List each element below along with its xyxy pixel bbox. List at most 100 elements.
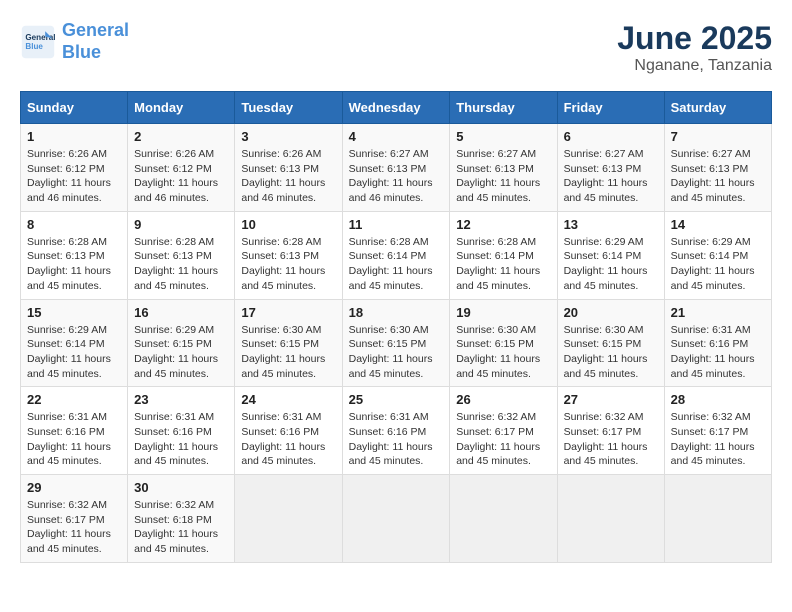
day-number: 8 xyxy=(27,217,121,232)
calendar-week-3: 15 Sunrise: 6:29 AMSunset: 6:14 PMDayligh… xyxy=(21,299,772,387)
title-area: June 2025 Nganane, Tanzania xyxy=(617,20,772,75)
logo-icon: General Blue xyxy=(20,24,56,60)
calendar-day-15: 15 Sunrise: 6:29 AMSunset: 6:14 PMDayligh… xyxy=(21,299,128,387)
day-number: 5 xyxy=(456,129,550,144)
calendar-day-3: 3 Sunrise: 6:26 AMSunset: 6:13 PMDaylight… xyxy=(235,124,342,212)
day-detail: Sunrise: 6:30 AMSunset: 6:15 PMDaylight:… xyxy=(564,324,648,380)
day-detail: Sunrise: 6:29 AMSunset: 6:14 PMDaylight:… xyxy=(564,236,648,292)
day-detail: Sunrise: 6:32 AMSunset: 6:17 PMDaylight:… xyxy=(564,411,648,467)
day-detail: Sunrise: 6:30 AMSunset: 6:15 PMDaylight:… xyxy=(241,324,325,380)
calendar-day-29: 29 Sunrise: 6:32 AMSunset: 6:17 PMDayligh… xyxy=(21,475,128,563)
calendar-day-11: 11Sunrise: 6:28 AMSunset: 6:14 PMDayligh… xyxy=(342,211,450,299)
day-detail: Sunrise: 6:32 AMSunset: 6:17 PMDaylight:… xyxy=(671,411,755,467)
day-detail: Sunrise: 6:31 AMSunset: 6:16 PMDaylight:… xyxy=(671,324,755,380)
header-sunday: Sunday xyxy=(21,92,128,124)
location-title: Nganane, Tanzania xyxy=(617,57,772,75)
calendar-week-5: 29 Sunrise: 6:32 AMSunset: 6:17 PMDayligh… xyxy=(21,475,772,563)
day-detail: Sunrise: 6:30 AMSunset: 6:15 PMDaylight:… xyxy=(456,324,540,380)
calendar-day-14: 14 Sunrise: 6:29 AMSunset: 6:14 PMDayligh… xyxy=(664,211,771,299)
empty-cell xyxy=(450,475,557,563)
svg-text:Blue: Blue xyxy=(25,42,43,51)
logo-line2: Blue xyxy=(62,42,101,62)
calendar-day-30: 30 Sunrise: 6:32 AMSunset: 6:18 PMDayligh… xyxy=(128,475,235,563)
day-detail: Sunrise: 6:32 AMSunset: 6:18 PMDaylight:… xyxy=(134,499,218,555)
calendar-day-25: 25 Sunrise: 6:31 AMSunset: 6:16 PMDayligh… xyxy=(342,387,450,475)
header-monday: Monday xyxy=(128,92,235,124)
day-number: 16 xyxy=(134,305,228,320)
empty-cell xyxy=(557,475,664,563)
day-number: 4 xyxy=(349,129,444,144)
day-number: 30 xyxy=(134,480,228,495)
day-number: 19 xyxy=(456,305,550,320)
calendar-day-13: 13Sunrise: 6:29 AMSunset: 6:14 PMDayligh… xyxy=(557,211,664,299)
calendar-day-5: 5 Sunrise: 6:27 AMSunset: 6:13 PMDaylight… xyxy=(450,124,557,212)
day-detail: Sunrise: 6:28 AMSunset: 6:13 PMDaylight:… xyxy=(134,236,218,292)
calendar-day-24: 24Sunrise: 6:31 AMSunset: 6:16 PMDayligh… xyxy=(235,387,342,475)
page-header: General Blue General Blue June 2025 Ngan… xyxy=(20,20,772,75)
day-number: 22 xyxy=(27,392,121,407)
day-detail: Sunrise: 6:27 AMSunset: 6:13 PMDaylight:… xyxy=(671,148,755,204)
day-number: 7 xyxy=(671,129,765,144)
day-number: 10 xyxy=(241,217,335,232)
header-thursday: Thursday xyxy=(450,92,557,124)
empty-cell xyxy=(342,475,450,563)
day-number: 23 xyxy=(134,392,228,407)
day-detail: Sunrise: 6:28 AMSunset: 6:13 PMDaylight:… xyxy=(241,236,325,292)
day-detail: Sunrise: 6:29 AMSunset: 6:14 PMDaylight:… xyxy=(27,324,111,380)
day-detail: Sunrise: 6:26 AMSunset: 6:13 PMDaylight:… xyxy=(241,148,325,204)
calendar-day-21: 21 Sunrise: 6:31 AMSunset: 6:16 PMDayligh… xyxy=(664,299,771,387)
day-number: 14 xyxy=(671,217,765,232)
calendar-day-20: 20 Sunrise: 6:30 AMSunset: 6:15 PMDayligh… xyxy=(557,299,664,387)
calendar-day-6: 6Sunrise: 6:27 AMSunset: 6:13 PMDaylight… xyxy=(557,124,664,212)
day-detail: Sunrise: 6:27 AMSunset: 6:13 PMDaylight:… xyxy=(456,148,540,204)
calendar-day-27: 27 Sunrise: 6:32 AMSunset: 6:17 PMDayligh… xyxy=(557,387,664,475)
day-detail: Sunrise: 6:32 AMSunset: 6:17 PMDaylight:… xyxy=(456,411,540,467)
day-detail: Sunrise: 6:29 AMSunset: 6:14 PMDaylight:… xyxy=(671,236,755,292)
calendar-week-4: 22 Sunrise: 6:31 AMSunset: 6:16 PMDayligh… xyxy=(21,387,772,475)
day-detail: Sunrise: 6:27 AMSunset: 6:13 PMDaylight:… xyxy=(349,148,433,204)
calendar-day-16: 16Sunrise: 6:29 AMSunset: 6:15 PMDayligh… xyxy=(128,299,235,387)
day-number: 17 xyxy=(241,305,335,320)
day-number: 11 xyxy=(349,217,444,232)
header-saturday: Saturday xyxy=(664,92,771,124)
day-number: 25 xyxy=(349,392,444,407)
logo-text: General Blue xyxy=(62,20,129,63)
calendar-day-8: 8 Sunrise: 6:28 AMSunset: 6:13 PMDaylight… xyxy=(21,211,128,299)
calendar-day-23: 23 Sunrise: 6:31 AMSunset: 6:16 PMDayligh… xyxy=(128,387,235,475)
day-number: 15 xyxy=(27,305,121,320)
calendar-table: SundayMondayTuesdayWednesdayThursdayFrid… xyxy=(20,91,772,563)
day-number: 21 xyxy=(671,305,765,320)
day-number: 20 xyxy=(564,305,658,320)
empty-cell xyxy=(664,475,771,563)
header-friday: Friday xyxy=(557,92,664,124)
day-detail: Sunrise: 6:28 AMSunset: 6:13 PMDaylight:… xyxy=(27,236,111,292)
calendar-day-22: 22Sunrise: 6:31 AMSunset: 6:16 PMDayligh… xyxy=(21,387,128,475)
day-number: 28 xyxy=(671,392,765,407)
day-detail: Sunrise: 6:26 AMSunset: 6:12 PMDaylight:… xyxy=(134,148,218,204)
logo-line1: General xyxy=(62,20,129,40)
day-detail: Sunrise: 6:31 AMSunset: 6:16 PMDaylight:… xyxy=(349,411,433,467)
month-title: June 2025 xyxy=(617,20,772,57)
calendar-day-7: 7 Sunrise: 6:27 AMSunset: 6:13 PMDaylight… xyxy=(664,124,771,212)
calendar-day-19: 19 Sunrise: 6:30 AMSunset: 6:15 PMDayligh… xyxy=(450,299,557,387)
day-number: 9 xyxy=(134,217,228,232)
day-number: 12 xyxy=(456,217,550,232)
empty-cell xyxy=(235,475,342,563)
calendar-day-1: 1Sunrise: 6:26 AMSunset: 6:12 PMDaylight… xyxy=(21,124,128,212)
header-wednesday: Wednesday xyxy=(342,92,450,124)
day-number: 27 xyxy=(564,392,658,407)
day-detail: Sunrise: 6:26 AMSunset: 6:12 PMDaylight:… xyxy=(27,148,111,204)
calendar-day-12: 12Sunrise: 6:28 AMSunset: 6:14 PMDayligh… xyxy=(450,211,557,299)
day-detail: Sunrise: 6:32 AMSunset: 6:17 PMDaylight:… xyxy=(27,499,111,555)
calendar-day-17: 17 Sunrise: 6:30 AMSunset: 6:15 PMDayligh… xyxy=(235,299,342,387)
day-detail: Sunrise: 6:31 AMSunset: 6:16 PMDaylight:… xyxy=(134,411,218,467)
day-number: 18 xyxy=(349,305,444,320)
calendar-day-4: 4 Sunrise: 6:27 AMSunset: 6:13 PMDaylight… xyxy=(342,124,450,212)
day-detail: Sunrise: 6:31 AMSunset: 6:16 PMDaylight:… xyxy=(241,411,325,467)
day-number: 29 xyxy=(27,480,121,495)
day-number: 26 xyxy=(456,392,550,407)
day-number: 3 xyxy=(241,129,335,144)
calendar-day-18: 18Sunrise: 6:30 AMSunset: 6:15 PMDayligh… xyxy=(342,299,450,387)
day-number: 6 xyxy=(564,129,658,144)
logo: General Blue General Blue xyxy=(20,20,129,63)
